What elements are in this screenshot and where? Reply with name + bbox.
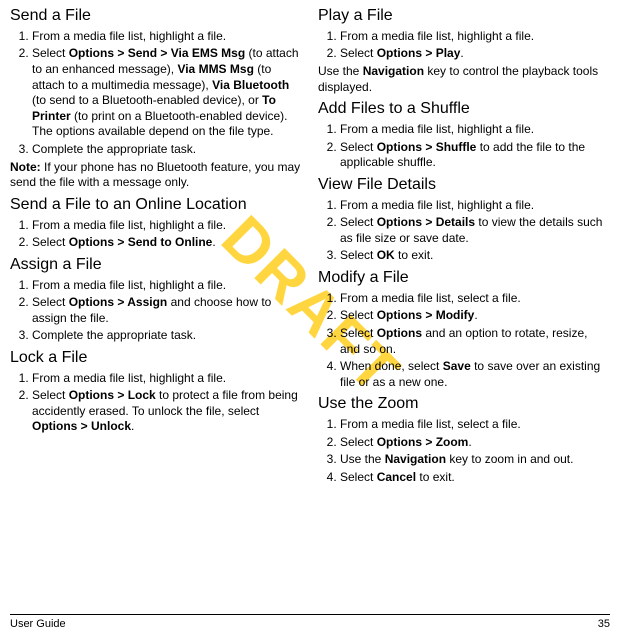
list-item: From a media file list, highlight a file… xyxy=(340,29,610,45)
text-bold: Options > Details xyxy=(377,215,475,229)
list-item: Select Cancel to exit. xyxy=(340,470,610,486)
play-use-text: Use the Navigation key to control the pl… xyxy=(318,64,610,95)
text: Select xyxy=(340,435,377,449)
text: (to print on a Bluetooth-enabled device)… xyxy=(32,109,288,139)
list-item: Select Options > Assign and choose how t… xyxy=(32,295,302,326)
text-bold: Options > Send > Via EMS Msg xyxy=(69,46,245,60)
steps-send-file: From a media file list, highlight a file… xyxy=(10,29,302,158)
text: . xyxy=(131,419,134,433)
text-bold: OK xyxy=(377,248,395,262)
list-item: From a media file list, highlight a file… xyxy=(340,122,610,138)
list-item: Select Options > Zoom. xyxy=(340,435,610,451)
right-column: Play a File From a media file list, high… xyxy=(318,6,610,594)
note-send-file: Note: If your phone has no Bluetooth fea… xyxy=(10,160,302,191)
list-item: Complete the appropriate task. xyxy=(32,142,302,158)
footer-left: User Guide xyxy=(10,617,66,631)
text-bold: Options > Send to Online xyxy=(69,235,213,249)
list-item: Select Options > Lock to protect a file … xyxy=(32,388,302,435)
text-bold: Via Bluetooth xyxy=(212,78,289,92)
text: . xyxy=(468,435,471,449)
list-item: Select Options > Modify. xyxy=(340,308,610,324)
text: Select xyxy=(340,308,377,322)
steps-send-online: From a media file list, highlight a file… xyxy=(10,218,302,251)
heading-shuffle: Add Files to a Shuffle xyxy=(318,99,610,120)
list-item: From a media file list, highlight a file… xyxy=(32,218,302,234)
list-item: Complete the appropriate task. xyxy=(32,328,302,344)
text: Select xyxy=(340,248,377,262)
text-bold: Via MMS Msg xyxy=(177,62,253,76)
text: to exit. xyxy=(416,470,455,484)
text: Select xyxy=(340,140,377,154)
steps-modify: From a media file list, select a file. S… xyxy=(318,291,610,391)
heading-send-file: Send a File xyxy=(10,6,302,27)
steps-shuffle: From a media file list, highlight a file… xyxy=(318,122,610,171)
list-item: Use the Navigation key to zoom in and ou… xyxy=(340,452,610,468)
list-item: Select Options and an option to rotate, … xyxy=(340,326,610,357)
list-item: Select Options > Details to view the det… xyxy=(340,215,610,246)
list-item: From a media file list, highlight a file… xyxy=(340,198,610,214)
footer-page-number: 35 xyxy=(598,617,610,631)
note-text: If your phone has no Bluetooth feature, … xyxy=(10,160,300,190)
steps-lock: From a media file list, highlight a file… xyxy=(10,371,302,435)
text: Select xyxy=(32,46,69,60)
text: . xyxy=(460,46,463,60)
text: . xyxy=(212,235,215,249)
list-item: From a media file list, highlight a file… xyxy=(32,371,302,387)
steps-play: From a media file list, highlight a file… xyxy=(318,29,610,62)
text: Use the xyxy=(340,452,385,466)
list-item: From a media file list, select a file. xyxy=(340,417,610,433)
steps-details: From a media file list, highlight a file… xyxy=(318,198,610,264)
text-bold: Navigation xyxy=(385,452,446,466)
heading-send-online: Send a File to an Online Location xyxy=(10,195,302,216)
heading-details: View File Details xyxy=(318,175,610,196)
heading-assign: Assign a File xyxy=(10,255,302,276)
text-bold: Options > Shuffle xyxy=(377,140,477,154)
text: . xyxy=(474,308,477,322)
left-column: Send a File From a media file list, high… xyxy=(10,6,302,594)
text: Select xyxy=(340,215,377,229)
list-item: Select OK to exit. xyxy=(340,248,610,264)
text-bold: Options > Zoom xyxy=(377,435,469,449)
text-bold: Options xyxy=(377,326,422,340)
text-bold: Cancel xyxy=(377,470,416,484)
list-item: From a media file list, highlight a file… xyxy=(32,278,302,294)
text-bold: Options > Assign xyxy=(69,295,168,309)
list-item: When done, select Save to save over an e… xyxy=(340,359,610,390)
list-item: Select Options > Shuffle to add the file… xyxy=(340,140,610,171)
text: key to zoom in and out. xyxy=(446,452,573,466)
text: Select xyxy=(340,326,377,340)
text: Select xyxy=(32,295,69,309)
text-bold: Options > Play xyxy=(377,46,461,60)
text: Use the xyxy=(318,64,363,78)
heading-zoom: Use the Zoom xyxy=(318,394,610,415)
text-bold: Save xyxy=(443,359,471,373)
heading-play: Play a File xyxy=(318,6,610,27)
list-item: Select Options > Send to Online. xyxy=(32,235,302,251)
text-bold: Options > Modify xyxy=(377,308,475,322)
steps-assign: From a media file list, highlight a file… xyxy=(10,278,302,344)
text: Select xyxy=(340,46,377,60)
text: to exit. xyxy=(395,248,434,262)
text-bold: Options > Unlock xyxy=(32,419,131,433)
text: When done, select xyxy=(340,359,443,373)
text: (to send to a Bluetooth-enabled device),… xyxy=(32,93,262,107)
list-item: From a media file list, highlight a file… xyxy=(32,29,302,45)
text-bold: Options > Lock xyxy=(69,388,156,402)
list-item: From a media file list, select a file. xyxy=(340,291,610,307)
list-item: Select Options > Play. xyxy=(340,46,610,62)
text-bold: Navigation xyxy=(363,64,424,78)
content-columns: Send a File From a media file list, high… xyxy=(10,6,610,594)
heading-lock: Lock a File xyxy=(10,348,302,369)
list-item: Select Options > Send > Via EMS Msg (to … xyxy=(32,46,302,140)
note-label: Note: xyxy=(10,160,41,174)
page-footer: User Guide 35 xyxy=(10,614,610,631)
steps-zoom: From a media file list, select a file. S… xyxy=(318,417,610,485)
text: Select xyxy=(340,470,377,484)
text: Select xyxy=(32,235,69,249)
heading-modify: Modify a File xyxy=(318,268,610,289)
text: Select xyxy=(32,388,69,402)
